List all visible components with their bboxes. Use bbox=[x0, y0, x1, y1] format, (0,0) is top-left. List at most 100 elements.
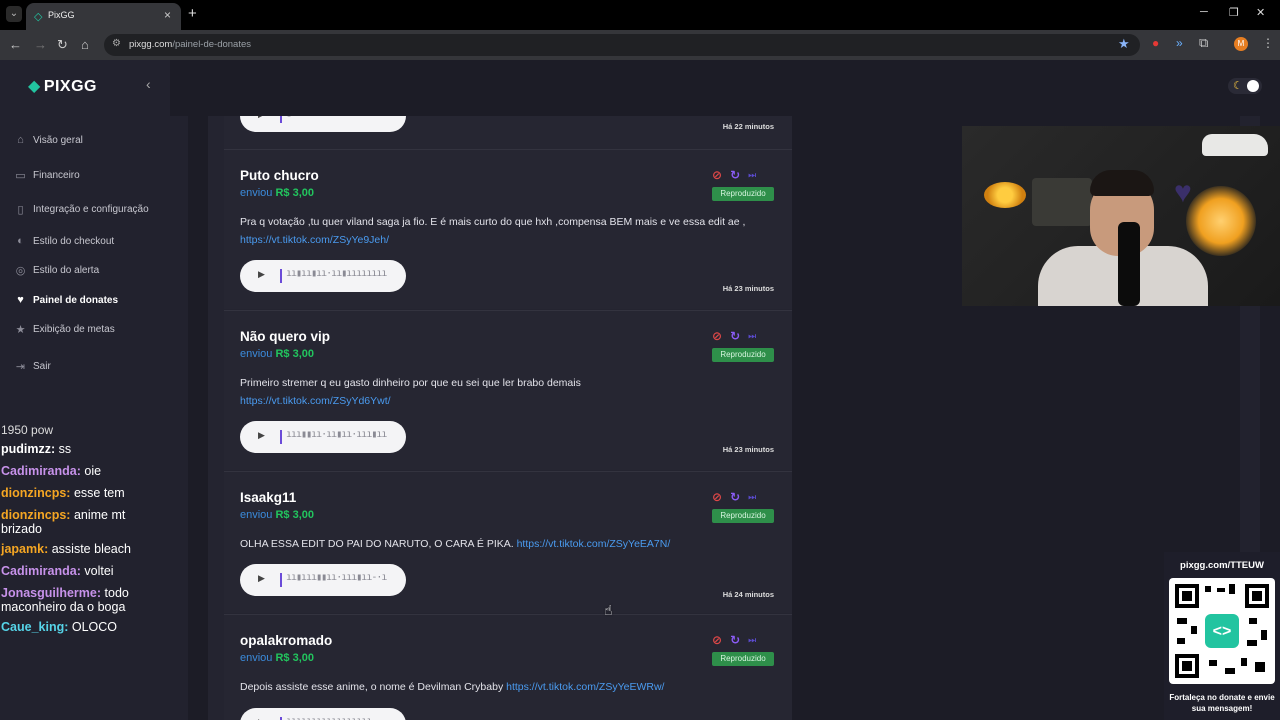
sidebar-item-estilo-checkout[interactable]: ◐ Estilo do checkout bbox=[14, 235, 114, 247]
chat-message: Jonasguilherme: todo maconheiro da o bog… bbox=[1, 586, 129, 614]
donation-link[interactable]: https://vt.tiktok.com/ZSyYeEA7N/ bbox=[517, 538, 671, 550]
theme-toggle[interactable]: ☾ bbox=[1228, 78, 1262, 94]
audio-player[interactable]: ▶ ıı▮ıı▮ıı·ıı▮ıııııııı bbox=[240, 260, 406, 292]
donation-time: Há 23 minutos bbox=[722, 284, 774, 293]
replay-icon[interactable]: ↻ bbox=[730, 168, 740, 182]
donation-card: ▶ ▮ıııııııııııııııı Há 22 minutos bbox=[224, 116, 792, 149]
chat-message: 1950 pow bbox=[1, 423, 54, 437]
tab-search-button[interactable]: ⌄ bbox=[6, 6, 22, 22]
site-info-icon[interactable]: ⚙ bbox=[112, 38, 121, 49]
donation-actions: ⊘ ↻ ⏭ bbox=[712, 168, 756, 182]
play-icon[interactable]: ▶ bbox=[258, 116, 265, 120]
audio-progress-cursor[interactable] bbox=[280, 573, 282, 587]
waveform: ııı▮▮ıı·ıı▮ıı·ııı▮ıı bbox=[286, 429, 387, 440]
skip-icon[interactable]: ⏭ bbox=[748, 168, 756, 182]
browser-tab-bar: ⌄ ◇ PixGG × + ─ ❐ ✕ bbox=[0, 0, 1280, 30]
block-icon[interactable]: ⊘ bbox=[712, 490, 722, 504]
donation-link[interactable]: https://vt.tiktok.com/ZSyYd6Ywt/ bbox=[240, 395, 391, 407]
top-bar: ☾ bbox=[170, 60, 1280, 116]
play-icon[interactable]: ▶ bbox=[258, 430, 265, 441]
audio-progress-cursor[interactable] bbox=[280, 269, 282, 283]
browser-tab[interactable]: ◇ PixGG × bbox=[26, 3, 181, 30]
donor-name: Não quero vip bbox=[240, 329, 331, 344]
sidebar-item-sair[interactable]: ⇥ Sair bbox=[14, 360, 51, 373]
webcam-lamp bbox=[984, 182, 1026, 208]
promo-caption: Fortaleça no donate e envie sua mensagem… bbox=[1169, 693, 1275, 713]
browser-toolbar: ← → ↻ ⌂ ⚙ pixgg.com/painel-de-donates ★ … bbox=[0, 30, 1280, 60]
chat-message: dionzincps: esse tem bbox=[1, 486, 125, 500]
restore-icon[interactable]: ❐ bbox=[1229, 6, 1239, 19]
moon-icon: ☾ bbox=[1233, 80, 1243, 92]
collapse-sidebar-icon[interactable]: ‹ bbox=[146, 76, 151, 92]
sidebar-item-label: Estilo do checkout bbox=[33, 235, 115, 247]
extension-icon[interactable]: » bbox=[1176, 36, 1183, 50]
block-icon[interactable]: ⊘ bbox=[712, 168, 722, 182]
chat-message: Caue_king: OLOCO bbox=[1, 620, 118, 634]
donation-card: opalakromado enviou R$ 3,00 ⊘ ↻ ⏭ Reprod… bbox=[224, 614, 792, 720]
donation-link[interactable]: https://vt.tiktok.com/ZSyYeEWRw/ bbox=[506, 681, 664, 693]
block-icon[interactable]: ⊘ bbox=[712, 329, 722, 343]
address-bar[interactable]: ⚙ pixgg.com/painel-de-donates ★ bbox=[104, 34, 1140, 56]
chat-message: Cadimiranda: voltei bbox=[1, 564, 114, 578]
home-icon[interactable]: ⌂ bbox=[81, 37, 89, 52]
donation-time: Há 22 minutos bbox=[722, 122, 774, 131]
donation-link[interactable]: https://vt.tiktok.com/ZSyYe9Jeh/ bbox=[240, 234, 389, 246]
qr-code: <> bbox=[1169, 578, 1275, 684]
sidebar-item-label: Estilo do alerta bbox=[33, 265, 100, 276]
skip-icon[interactable]: ⏭ bbox=[748, 633, 756, 647]
sidebar-item-exibicao-metas[interactable]: ★ Exibição de metas bbox=[14, 323, 115, 336]
donation-amount-line: enviou R$ 3,00 bbox=[240, 187, 315, 199]
donor-name: Isaakg11 bbox=[240, 490, 297, 505]
hand-cursor-icon: ☝ bbox=[604, 602, 613, 618]
bookmark-star-icon[interactable]: ★ bbox=[1118, 36, 1130, 52]
audio-player[interactable]: ▶ ııııııııııııııııı bbox=[240, 708, 406, 720]
replay-icon[interactable]: ↻ bbox=[730, 633, 740, 647]
block-icon[interactable]: ⊘ bbox=[712, 633, 722, 647]
wallet-icon: ▭ bbox=[15, 170, 26, 182]
back-icon[interactable]: ← bbox=[9, 37, 22, 52]
forward-icon[interactable]: → bbox=[34, 37, 47, 52]
donation-time: Há 23 minutos bbox=[722, 445, 774, 454]
status-badge: Reproduzido bbox=[712, 348, 774, 362]
replay-icon[interactable]: ↻ bbox=[730, 329, 740, 343]
donation-actions: ⊘ ↻ ⏭ bbox=[712, 490, 756, 504]
play-icon[interactable]: ▶ bbox=[258, 269, 265, 280]
webcam-car-model bbox=[1202, 134, 1268, 156]
webcam-person-hair bbox=[1090, 170, 1154, 196]
replay-icon[interactable]: ↻ bbox=[730, 490, 740, 504]
skip-icon[interactable]: ⏭ bbox=[748, 329, 756, 343]
pixgg-logo[interactable]: ◆ PIXGG bbox=[28, 76, 97, 96]
extensions-puzzle-icon[interactable]: ⧉ bbox=[1199, 35, 1208, 51]
audio-progress-cursor[interactable] bbox=[280, 116, 282, 123]
profile-avatar[interactable]: M bbox=[1234, 37, 1248, 51]
sidebar-item-visao-geral[interactable]: ⌂ Visão geral bbox=[14, 134, 83, 146]
skip-icon[interactable]: ⏭ bbox=[748, 490, 756, 504]
sidebar-item-integracao[interactable]: ▯ Integração e configuração bbox=[14, 203, 148, 216]
sidebar-item-estilo-alerta[interactable]: ◎ Estilo do alerta bbox=[14, 264, 99, 277]
audio-player[interactable]: ▶ ııı▮▮ıı·ıı▮ıı·ııı▮ıı bbox=[240, 421, 406, 453]
tab-close-icon[interactable]: × bbox=[164, 8, 171, 22]
play-icon[interactable]: ▶ bbox=[258, 573, 265, 584]
minimize-icon[interactable]: ─ bbox=[1200, 6, 1208, 18]
donation-actions: ⊘ ↻ ⏭ bbox=[712, 633, 756, 647]
sidebar-item-label: Sair bbox=[33, 361, 51, 372]
audio-player[interactable]: ▶ ▮ıııııııııııııııı bbox=[240, 116, 406, 132]
tab-title: PixGG bbox=[48, 10, 75, 20]
donations-list[interactable]: ▶ ▮ıııııııııııııııı Há 22 minutos Puto c… bbox=[208, 116, 792, 720]
donor-name: Puto chucro bbox=[240, 168, 319, 183]
extension-icon[interactable]: ● bbox=[1152, 36, 1159, 50]
audio-player[interactable]: ▶ ıı▮ııı▮▮ıı·ııı▮ıı-·ı bbox=[240, 564, 406, 596]
sidebar-item-painel-donates[interactable]: ♥ Painel de donates bbox=[14, 294, 118, 306]
qr-promo: pixgg.com/TTEUW <> Fortaleça no donate e… bbox=[1164, 552, 1280, 720]
donation-card: Puto chucro enviou R$ 3,00 ⊘ ↻ ⏭ Reprodu… bbox=[224, 149, 792, 309]
audio-progress-cursor[interactable] bbox=[280, 430, 282, 444]
new-tab-icon[interactable]: + bbox=[188, 5, 197, 22]
reload-icon[interactable]: ↻ bbox=[57, 37, 68, 53]
bell-icon: ◎ bbox=[15, 265, 26, 277]
window-close-icon[interactable]: ✕ bbox=[1256, 6, 1265, 19]
chat-message: Cadimiranda: oie bbox=[1, 464, 102, 478]
browser-menu-icon[interactable]: ⋮ bbox=[1262, 36, 1274, 50]
chat-message: dionzincps: anime mt brizado bbox=[1, 508, 126, 536]
sidebar-item-label: Exibição de metas bbox=[33, 324, 115, 335]
sidebar-item-financeiro[interactable]: ▭ Financeiro bbox=[14, 169, 79, 182]
